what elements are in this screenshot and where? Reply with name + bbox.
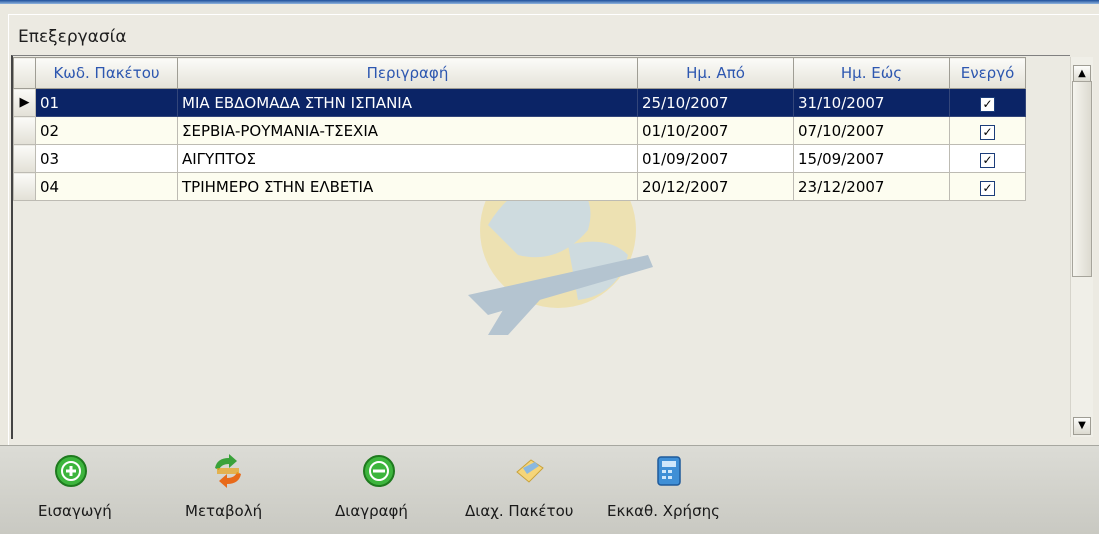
cell-description[interactable]: ΜΙΑ ΕΒΔΟΜΑΔΑ ΣΤΗΝ ΙΣΠΑΝΙΑ xyxy=(177,88,638,117)
cell-active[interactable]: ✓ xyxy=(949,172,1026,201)
delete-button[interactable]: Διαγραφή xyxy=(325,446,435,534)
row-indicator xyxy=(13,144,36,173)
minus-circle-icon xyxy=(363,455,395,487)
cell-date-to[interactable]: 15/09/2007 xyxy=(793,144,950,173)
scrollbar-thumb[interactable] xyxy=(1072,81,1092,277)
scroll-down-button[interactable]: ▼ xyxy=(1073,417,1091,435)
cell-active[interactable]: ✓ xyxy=(949,88,1026,117)
cell-date-to[interactable]: 31/10/2007 xyxy=(793,88,950,117)
column-header-date-to[interactable]: Ημ. Εώς xyxy=(793,57,950,89)
column-header-active[interactable]: Ενεργό xyxy=(949,57,1026,89)
clear-usage-button[interactable]: Εκκαθ. Χρήσης xyxy=(600,446,750,534)
insert-button-label: Εισαγωγή xyxy=(38,502,112,520)
cell-date-from[interactable]: 01/09/2007 xyxy=(637,144,794,173)
delete-button-label: Διαγραφή xyxy=(335,502,408,520)
manage-package-button[interactable]: Διαχ. Πακέτου xyxy=(455,446,600,534)
cell-description[interactable]: ΤΡΙΗΜΕΡΟ ΣΤΗΝ ΕΛΒΕΤΙΑ xyxy=(177,172,638,201)
window-top-border xyxy=(0,0,1099,4)
header-indicator-corner xyxy=(13,57,36,89)
plus-circle-icon xyxy=(55,455,87,487)
cell-code[interactable]: 04 xyxy=(35,172,178,201)
cell-code[interactable]: 02 xyxy=(35,116,178,145)
cell-active[interactable]: ✓ xyxy=(949,116,1026,145)
calculator-icon xyxy=(657,456,681,486)
active-checkbox[interactable]: ✓ xyxy=(980,180,995,196)
edit-button-label: Μεταβολή xyxy=(185,502,263,520)
table-row[interactable]: 04 ΤΡΙΗΜΕΡΟ ΣΤΗΝ ΕΛΒΕΤΙΑ 20/12/2007 23/1… xyxy=(13,172,1026,201)
cell-date-from[interactable]: 01/10/2007 xyxy=(637,116,794,145)
row-indicator xyxy=(13,116,36,145)
bottom-toolbar: Εισαγωγή Μεταβολή Διαγραφή Διαχ. Πακέτου xyxy=(0,445,1099,534)
cell-description[interactable]: ΣΕΡΒΙΑ-ΡΟΥΜΑΝΙΑ-ΤΣΕΧΙΑ xyxy=(177,116,638,145)
manage-package-button-label: Διαχ. Πακέτου xyxy=(465,502,574,520)
refresh-arrows-icon xyxy=(215,454,241,488)
vertical-scrollbar[interactable]: ▲ ▼ xyxy=(1070,57,1093,437)
active-checkbox[interactable]: ✓ xyxy=(980,96,995,112)
row-pointer-icon: ▶ xyxy=(13,88,36,117)
insert-button[interactable]: Εισαγωγή xyxy=(20,446,112,534)
cell-date-to[interactable]: 23/12/2007 xyxy=(793,172,950,201)
cell-description[interactable]: ΑΙΓΥΠΤΟΣ xyxy=(177,144,638,173)
cell-date-from[interactable]: 25/10/2007 xyxy=(637,88,794,117)
table-row[interactable]: ▶ 01 ΜΙΑ ΕΒΔΟΜΑΔΑ ΣΤΗΝ ΙΣΠΑΝΙΑ 25/10/200… xyxy=(13,88,1026,117)
groupbox-title: Επεξεργασία xyxy=(18,27,127,47)
edit-button[interactable]: Μεταβολή xyxy=(175,446,285,534)
clear-usage-button-label: Εκκαθ. Χρήσης xyxy=(607,502,720,520)
packages-table: Κωδ. Πακέτου Περιγραφή Ημ. Από Ημ. Εώς Ε… xyxy=(13,57,1026,201)
table-row[interactable]: 02 ΣΕΡΒΙΑ-ΡΟΥΜΑΝΙΑ-ΤΣΕΧΙΑ 01/10/2007 07/… xyxy=(13,116,1026,145)
cell-active[interactable]: ✓ xyxy=(949,144,1026,173)
active-checkbox[interactable]: ✓ xyxy=(980,124,995,140)
cell-code[interactable]: 03 xyxy=(35,144,178,173)
cell-date-from[interactable]: 20/12/2007 xyxy=(637,172,794,201)
table-header-row: Κωδ. Πακέτου Περιγραφή Ημ. Από Ημ. Εώς Ε… xyxy=(13,57,1026,89)
active-checkbox[interactable]: ✓ xyxy=(980,152,995,168)
cell-code[interactable]: 01 xyxy=(35,88,178,117)
package-icon xyxy=(516,459,544,483)
column-header-description[interactable]: Περιγραφή xyxy=(177,57,638,89)
column-header-code[interactable]: Κωδ. Πακέτου xyxy=(35,57,178,89)
row-indicator xyxy=(13,172,36,201)
column-header-date-from[interactable]: Ημ. Από xyxy=(637,57,794,89)
cell-date-to[interactable]: 07/10/2007 xyxy=(793,116,950,145)
table-row[interactable]: 03 ΑΙΓΥΠΤΟΣ 01/09/2007 15/09/2007 ✓ xyxy=(13,144,1026,173)
